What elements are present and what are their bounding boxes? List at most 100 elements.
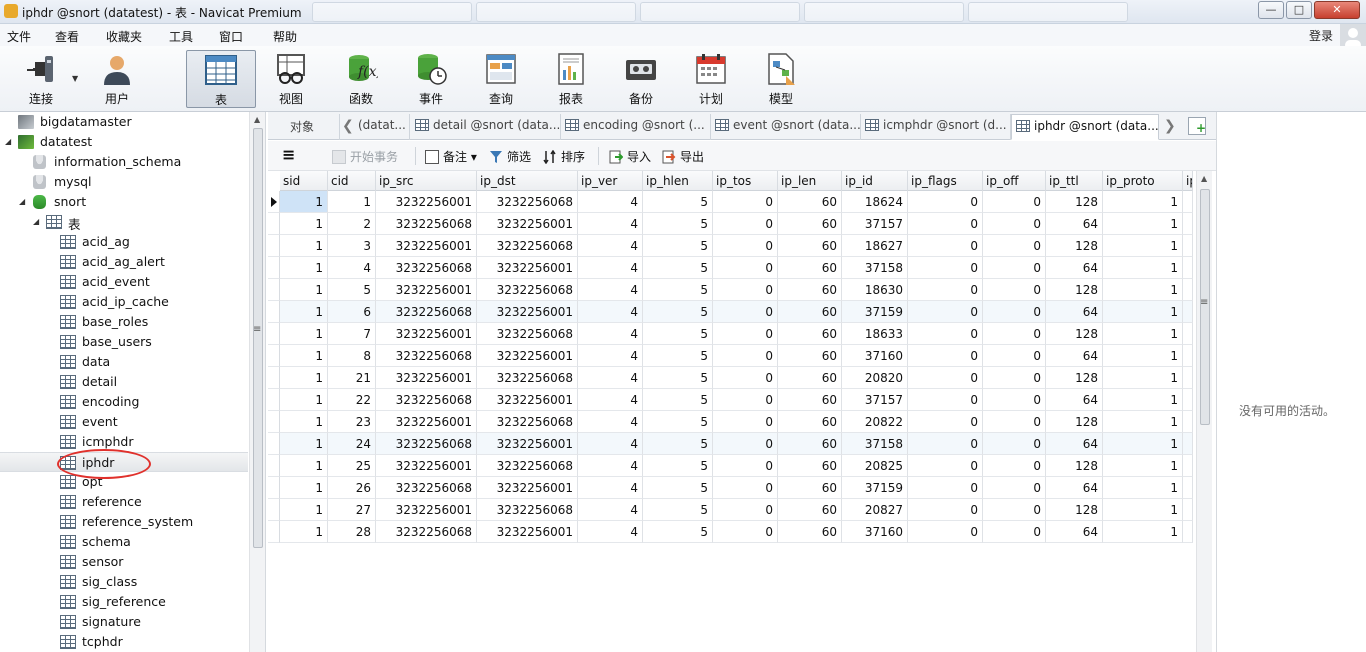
- table-cell[interactable]: 3232256001: [477, 389, 578, 411]
- tab-event[interactable]: event @snort (data...: [711, 114, 861, 140]
- table-cell[interactable]: 60: [778, 279, 842, 301]
- table-cell[interactable]: 20825: [842, 455, 908, 477]
- table-cell[interactable]: 18630: [842, 279, 908, 301]
- table-cell[interactable]: 64: [1046, 301, 1103, 323]
- table-cell[interactable]: 3232256001: [376, 279, 477, 301]
- table-cell[interactable]: 128: [1046, 411, 1103, 433]
- tree-table-item[interactable]: detail: [0, 372, 248, 392]
- table-row[interactable]: 1 8 3232256068 3232256001 4 5 0 60 37160 0 0 64 1: [268, 345, 1196, 367]
- table-cell[interactable]: 60: [778, 257, 842, 279]
- table-cell[interactable]: 1: [280, 235, 328, 257]
- table-cell[interactable]: 3232256001: [376, 455, 477, 477]
- table-cell[interactable]: 5: [643, 191, 713, 213]
- collapse-icon[interactable]: ◢: [33, 217, 39, 226]
- table-row[interactable]: 1 2 3232256068 3232256001 4 5 0 60 37157 0 0 64 1: [268, 213, 1196, 235]
- table-cell[interactable]: 3232256068: [376, 389, 477, 411]
- table-cell[interactable]: 5: [643, 301, 713, 323]
- table-row[interactable]: 1 28 3232256068 3232256001 4 5 0 60 37160 0 0 64 1: [268, 521, 1196, 543]
- table-cell[interactable]: 0: [713, 279, 778, 301]
- table-row[interactable]: 1 1 3232256001 3232256068 4 5 0 60 18624 0 0 128 1: [268, 191, 1196, 213]
- table-cell[interactable]: 60: [778, 345, 842, 367]
- backup-button[interactable]: 备份: [609, 50, 673, 108]
- table-cell[interactable]: 0: [908, 235, 983, 257]
- table-cell[interactable]: 18633: [842, 323, 908, 345]
- table-cell[interactable]: 3232256068: [376, 301, 477, 323]
- tree-table-item[interactable]: tcphdr: [0, 632, 248, 652]
- collapse-icon[interactable]: ◢: [5, 137, 11, 146]
- table-cell[interactable]: 3232256068: [376, 345, 477, 367]
- table-cell[interactable]: 3232256068: [477, 455, 578, 477]
- table-cell-partial[interactable]: [1183, 235, 1193, 257]
- table-cell[interactable]: 7: [328, 323, 376, 345]
- table-cell[interactable]: 1: [280, 323, 328, 345]
- table-cell-partial[interactable]: [1183, 213, 1193, 235]
- minimize-button[interactable]: —: [1258, 1, 1284, 19]
- tree-table-item[interactable]: base_users: [0, 332, 248, 352]
- table-cell[interactable]: 1: [280, 411, 328, 433]
- table-cell[interactable]: 0: [983, 345, 1046, 367]
- table-cell[interactable]: 3232256068: [477, 499, 578, 521]
- column-header[interactable]: ip_hlen: [643, 171, 713, 191]
- column-header[interactable]: ip_flags: [908, 171, 983, 191]
- table-cell[interactable]: 25: [328, 455, 376, 477]
- table-cell[interactable]: 4: [578, 301, 643, 323]
- table-cell[interactable]: 0: [983, 433, 1046, 455]
- table-cell[interactable]: 4: [578, 257, 643, 279]
- table-cell[interactable]: 1: [1103, 279, 1183, 301]
- table-cell[interactable]: 60: [778, 235, 842, 257]
- table-cell-partial[interactable]: [1183, 279, 1193, 301]
- table-cell[interactable]: 5: [643, 411, 713, 433]
- table-cell[interactable]: 1: [280, 455, 328, 477]
- table-cell[interactable]: 0: [713, 477, 778, 499]
- tree-table-item[interactable]: reference_system: [0, 512, 248, 532]
- table-cell[interactable]: 3232256001: [376, 235, 477, 257]
- table-row[interactable]: 1 7 3232256001 3232256068 4 5 0 60 18633 0 0 128 1: [268, 323, 1196, 345]
- table-cell[interactable]: 1: [280, 279, 328, 301]
- table-cell[interactable]: 1: [1103, 213, 1183, 235]
- table-cell[interactable]: 3232256001: [477, 345, 578, 367]
- table-cell[interactable]: 0: [713, 367, 778, 389]
- table-cell[interactable]: 4: [578, 213, 643, 235]
- table-cell[interactable]: 18624: [842, 191, 908, 213]
- table-button[interactable]: 表: [186, 50, 256, 108]
- table-cell[interactable]: 0: [908, 323, 983, 345]
- table-cell[interactable]: 37157: [842, 389, 908, 411]
- row-indicator[interactable]: [268, 279, 280, 301]
- table-cell[interactable]: 1: [1103, 499, 1183, 521]
- table-cell[interactable]: 3232256001: [477, 477, 578, 499]
- table-cell[interactable]: 5: [643, 213, 713, 235]
- tree-db-information-schema[interactable]: information_schema: [0, 152, 248, 172]
- table-cell[interactable]: 6: [328, 301, 376, 323]
- table-cell[interactable]: 20822: [842, 411, 908, 433]
- row-indicator[interactable]: [268, 345, 280, 367]
- column-header[interactable]: ip_off: [983, 171, 1046, 191]
- table-cell[interactable]: 5: [328, 279, 376, 301]
- table-cell-partial[interactable]: [1183, 499, 1193, 521]
- scroll-up-icon[interactable]: ▲: [254, 115, 260, 124]
- tree-db-mysql[interactable]: mysql: [0, 172, 248, 192]
- table-cell[interactable]: 0: [908, 213, 983, 235]
- table-cell[interactable]: 1: [280, 499, 328, 521]
- table-row[interactable]: 1 23 3232256001 3232256068 4 5 0 60 20822 0 0 128 1: [268, 411, 1196, 433]
- table-cell[interactable]: 4: [578, 279, 643, 301]
- table-cell[interactable]: 3232256001: [376, 499, 477, 521]
- tab-datatest[interactable]: (datat...: [354, 114, 410, 140]
- table-cell-partial[interactable]: [1183, 455, 1193, 477]
- table-cell[interactable]: 3232256068: [477, 411, 578, 433]
- table-cell[interactable]: 3: [328, 235, 376, 257]
- row-indicator[interactable]: [268, 411, 280, 433]
- table-cell[interactable]: 60: [778, 455, 842, 477]
- table-cell[interactable]: 64: [1046, 257, 1103, 279]
- table-cell[interactable]: 0: [983, 521, 1046, 543]
- table-cell[interactable]: 18627: [842, 235, 908, 257]
- table-cell[interactable]: 0: [908, 411, 983, 433]
- model-button[interactable]: 模型: [749, 50, 813, 108]
- table-cell[interactable]: 4: [578, 235, 643, 257]
- table-cell[interactable]: 0: [908, 191, 983, 213]
- table-cell[interactable]: 0: [908, 389, 983, 411]
- user-button[interactable]: 用户: [85, 50, 149, 108]
- table-cell[interactable]: 3232256068: [376, 433, 477, 455]
- table-cell[interactable]: 5: [643, 521, 713, 543]
- table-cell[interactable]: 1: [1103, 191, 1183, 213]
- tree-table-item[interactable]: acid_ag: [0, 232, 248, 252]
